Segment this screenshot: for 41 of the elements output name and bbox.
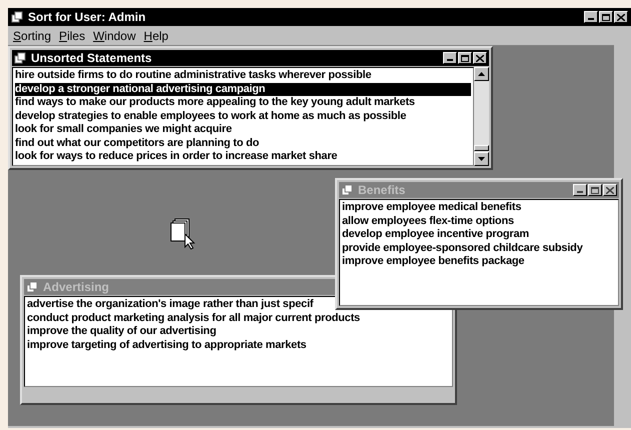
statement-item[interactable]: develop a stronger national advertising campaign <box>15 82 471 96</box>
menu-item[interactable]: Window <box>90 26 139 44</box>
minimize-button[interactable] <box>573 184 587 196</box>
statement-item[interactable]: improve employee medical benefits <box>342 201 522 214</box>
scrollbar[interactable] <box>474 67 489 166</box>
statement-item[interactable]: conduct product marketing analysis for all major current products <box>27 312 360 325</box>
statement-item[interactable]: hire outside firms to do routine administrative tasks wherever possible <box>15 69 372 82</box>
close-button[interactable] <box>473 52 487 64</box>
down-arrow-icon <box>478 157 485 161</box>
statement-item[interactable]: improve targeting of advertising to appropriate markets <box>27 338 306 352</box>
minimize-button[interactable] <box>443 52 457 64</box>
statement-item[interactable]: provide employee-sponsored childcare subsidy <box>342 242 583 255</box>
statement-item[interactable]: develop strategies to enable employees to work at home as much as possible <box>15 110 406 123</box>
close-button[interactable] <box>603 184 617 196</box>
menu-item[interactable]: Sorting <box>10 26 54 44</box>
statement-item[interactable]: advertise the organization's image rather than just specif <box>27 298 314 312</box>
statement-item[interactable]: allow employees flex-time options <box>342 214 514 228</box>
maximize-button[interactable] <box>588 184 602 196</box>
statement-item[interactable]: look for ways to reduce prices in order to increase market share <box>15 150 338 164</box>
window-title: Sort for User: Admin <box>28 9 146 26</box>
scroll-up-button[interactable] <box>474 67 489 81</box>
menu-item[interactable]: Help <box>140 26 172 44</box>
maximize-button[interactable] <box>458 52 472 64</box>
window-title: Benefits <box>358 182 406 199</box>
close-button[interactable] <box>614 11 628 23</box>
statement-item[interactable]: improve employee benefits package <box>342 255 524 268</box>
window-icon <box>11 11 24 23</box>
scroll-down-button[interactable] <box>474 152 489 166</box>
window-title: Advertising <box>43 279 110 296</box>
statement-item[interactable]: look for small companies we might acquire <box>15 123 232 136</box>
window-icon <box>14 52 27 64</box>
minimize-button[interactable] <box>584 11 598 23</box>
up-arrow-icon <box>478 72 485 76</box>
menu-item[interactable]: Piles <box>56 26 88 44</box>
statement-item[interactable]: improve the quality of our advertising <box>27 325 216 338</box>
statement-item[interactable]: find out what our competitors are planning to do <box>15 136 260 150</box>
scroll-thumb[interactable] <box>474 145 489 151</box>
statement-item[interactable]: develop employee incentive program <box>342 228 529 242</box>
statement-item[interactable]: find ways to make our products more appealing to the key young adult markets <box>15 96 415 110</box>
window-title: Unsorted Statements <box>31 50 152 67</box>
maximize-button[interactable] <box>599 11 613 23</box>
